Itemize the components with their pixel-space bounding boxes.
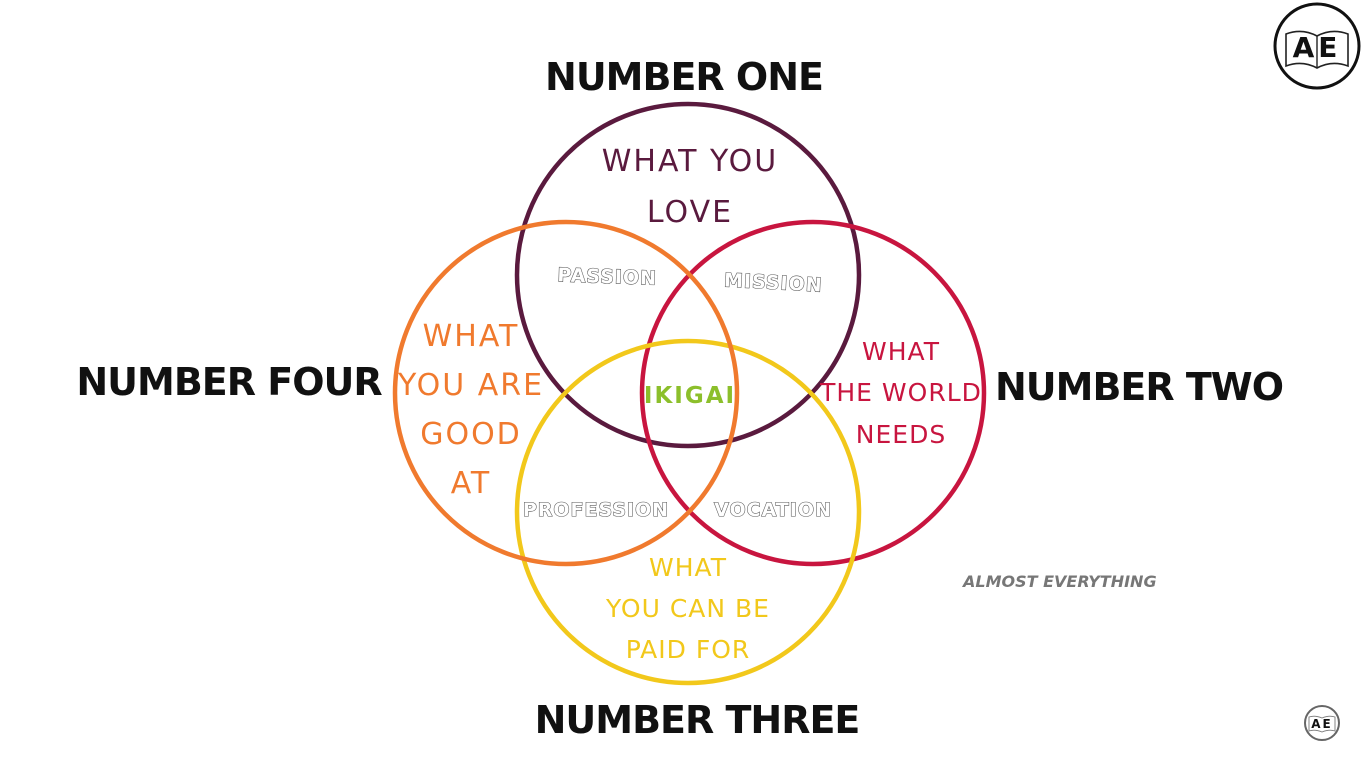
watermark-almost-everything: ALMOST EVERYTHING [961,572,1157,591]
heading-number-one: NUMBER ONE [545,55,823,99]
label-good-at-line-2: YOU ARE [397,368,544,403]
logo-ae-text: AE [1293,31,1342,64]
label-good-at-line-4: AT [451,466,492,501]
small-logo-icon: AE [1304,705,1340,741]
ikigai-diagram-frame: NUMBER ONE NUMBER TWO NUMBER THREE NUMBE… [0,0,1366,768]
heading-number-two: NUMBER TWO [995,365,1283,409]
label-world-needs-line-3: NEEDS [856,420,946,449]
heading-number-three: NUMBER THREE [535,698,860,742]
overlap-passion: PASSION [557,264,657,289]
label-good-at-line-3: GOOD [420,417,522,452]
label-world-needs-line-2: THE WORLD [819,378,982,407]
label-paid-for-line-2: YOU CAN BE [605,594,770,623]
overlap-vocation: VOCATION [714,499,832,521]
small-logo-ae-text: AE [1311,717,1332,731]
ikigai-venn-diagram: NUMBER ONE NUMBER TWO NUMBER THREE NUMBE… [76,2,1361,742]
open-book-logo-icon: AE [1273,2,1361,90]
label-what-you-love-line-1: WHAT YOU [602,144,779,179]
label-paid-for-line-3: PAID FOR [626,635,751,664]
heading-number-four: NUMBER FOUR [76,360,382,404]
center-ikigai: IKIGAI [644,383,736,409]
label-good-at-line-1: WHAT [423,319,520,354]
overlap-profession: PROFESSION [523,499,669,521]
label-what-you-love-line-2: LOVE [647,195,733,230]
label-paid-for-line-1: WHAT [649,553,727,582]
label-world-needs-line-1: WHAT [862,337,940,366]
overlap-mission: MISSION [723,269,823,296]
